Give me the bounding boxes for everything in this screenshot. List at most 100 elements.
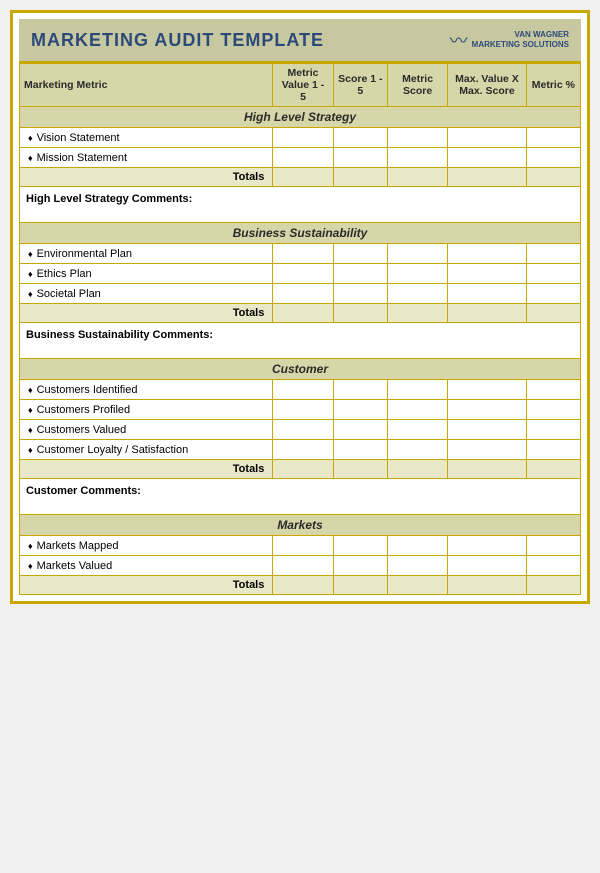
input-cell-3-1-5[interactable] <box>526 556 580 576</box>
input-cell-3-1-2[interactable] <box>333 556 387 576</box>
input-cell-2-0-3[interactable] <box>387 380 447 400</box>
input-cell-3-1-4[interactable] <box>448 556 526 576</box>
totals-cell-business-sustainability-5[interactable] <box>526 304 580 323</box>
bullet-icon: ♦ <box>28 269 33 279</box>
input-cell-2-1-4[interactable] <box>448 400 526 420</box>
input-cell-2-2-5[interactable] <box>526 420 580 440</box>
input-cell-1-0-2[interactable] <box>333 244 387 264</box>
input-cell-0-0-1[interactable] <box>273 128 333 148</box>
totals-cell-markets-1[interactable] <box>273 576 333 595</box>
input-cell-0-0-2[interactable] <box>333 128 387 148</box>
input-cell-0-1-4[interactable] <box>448 148 526 168</box>
totals-cell-customer-2[interactable] <box>333 460 387 479</box>
item-label-2-1: ♦Customers Profiled <box>20 400 273 420</box>
totals-cell-business-sustainability-3[interactable] <box>387 304 447 323</box>
input-cell-2-1-5[interactable] <box>526 400 580 420</box>
totals-cell-customer-1[interactable] <box>273 460 333 479</box>
input-cell-0-0-5[interactable] <box>526 128 580 148</box>
col-header-value: Metric Value 1 - 5 <box>273 64 333 107</box>
totals-cell-customer-5[interactable] <box>526 460 580 479</box>
table-row: ♦Mission Statement <box>20 148 581 168</box>
section-header-customer: Customer <box>20 359 581 380</box>
input-cell-1-2-4[interactable] <box>448 284 526 304</box>
input-cell-1-1-1[interactable] <box>273 264 333 284</box>
table-row: ♦Vision Statement <box>20 128 581 148</box>
input-cell-2-0-2[interactable] <box>333 380 387 400</box>
totals-cell-high-level-strategy-2[interactable] <box>333 168 387 187</box>
input-cell-2-3-4[interactable] <box>448 440 526 460</box>
input-cell-2-1-1[interactable] <box>273 400 333 420</box>
input-cell-2-3-3[interactable] <box>387 440 447 460</box>
totals-cell-business-sustainability-1[interactable] <box>273 304 333 323</box>
input-cell-0-0-3[interactable] <box>387 128 447 148</box>
input-cell-1-1-3[interactable] <box>387 264 447 284</box>
bullet-icon: ♦ <box>28 425 33 435</box>
input-cell-1-0-4[interactable] <box>448 244 526 264</box>
input-cell-1-0-1[interactable] <box>273 244 333 264</box>
input-cell-0-0-4[interactable] <box>448 128 526 148</box>
input-cell-1-2-3[interactable] <box>387 284 447 304</box>
item-label-1-0: ♦Environmental Plan <box>20 244 273 264</box>
input-cell-3-0-2[interactable] <box>333 536 387 556</box>
col-header-score: Score 1 - 5 <box>333 64 387 107</box>
totals-cell-markets-3[interactable] <box>387 576 447 595</box>
input-cell-2-1-3[interactable] <box>387 400 447 420</box>
input-cell-1-0-3[interactable] <box>387 244 447 264</box>
totals-cell-customer-4[interactable] <box>448 460 526 479</box>
input-cell-2-2-2[interactable] <box>333 420 387 440</box>
input-cell-0-1-3[interactable] <box>387 148 447 168</box>
input-cell-2-3-5[interactable] <box>526 440 580 460</box>
table-row: ♦Markets Valued <box>20 556 581 576</box>
input-cell-2-3-1[interactable] <box>273 440 333 460</box>
input-cell-3-0-5[interactable] <box>526 536 580 556</box>
input-cell-2-0-5[interactable] <box>526 380 580 400</box>
input-cell-0-1-5[interactable] <box>526 148 580 168</box>
table-row: ♦Markets Mapped <box>20 536 581 556</box>
input-cell-1-1-4[interactable] <box>448 264 526 284</box>
section-header-business-sustainability: Business Sustainability <box>20 223 581 244</box>
input-cell-2-3-2[interactable] <box>333 440 387 460</box>
input-cell-2-0-4[interactable] <box>448 380 526 400</box>
input-cell-3-0-1[interactable] <box>273 536 333 556</box>
input-cell-1-2-1[interactable] <box>273 284 333 304</box>
item-label-2-2: ♦Customers Valued <box>20 420 273 440</box>
totals-cell-customer-3[interactable] <box>387 460 447 479</box>
item-label-1-1: ♦Ethics Plan <box>20 264 273 284</box>
input-cell-2-1-2[interactable] <box>333 400 387 420</box>
input-cell-1-0-5[interactable] <box>526 244 580 264</box>
totals-cell-markets-2[interactable] <box>333 576 387 595</box>
page-wrapper: MARKETING AUDIT TEMPLATE 〰 VAN WAGNER MA… <box>10 10 590 604</box>
totals-cell-high-level-strategy-3[interactable] <box>387 168 447 187</box>
totals-cell-markets-4[interactable] <box>448 576 526 595</box>
table-row: ♦Environmental Plan <box>20 244 581 264</box>
page-title: MARKETING AUDIT TEMPLATE <box>31 30 324 51</box>
item-label-2-3: ♦Customer Loyalty / Satisfaction <box>20 440 273 460</box>
input-cell-1-1-5[interactable] <box>526 264 580 284</box>
logo-icon: 〰 <box>450 27 468 53</box>
bullet-icon: ♦ <box>28 153 33 163</box>
totals-cell-business-sustainability-4[interactable] <box>448 304 526 323</box>
logo-text: VAN WAGNER MARKETING SOLUTIONS <box>472 30 569 49</box>
bullet-icon: ♦ <box>28 249 33 259</box>
input-cell-1-2-2[interactable] <box>333 284 387 304</box>
input-cell-3-1-3[interactable] <box>387 556 447 576</box>
input-cell-2-2-1[interactable] <box>273 420 333 440</box>
input-cell-0-1-2[interactable] <box>333 148 387 168</box>
input-cell-2-0-1[interactable] <box>273 380 333 400</box>
input-cell-3-0-4[interactable] <box>448 536 526 556</box>
input-cell-2-2-3[interactable] <box>387 420 447 440</box>
input-cell-1-2-5[interactable] <box>526 284 580 304</box>
input-cell-1-1-2[interactable] <box>333 264 387 284</box>
input-cell-0-1-1[interactable] <box>273 148 333 168</box>
totals-cell-markets-5[interactable] <box>526 576 580 595</box>
input-cell-2-2-4[interactable] <box>448 420 526 440</box>
input-cell-3-1-1[interactable] <box>273 556 333 576</box>
input-cell-3-0-3[interactable] <box>387 536 447 556</box>
totals-cell-high-level-strategy-5[interactable] <box>526 168 580 187</box>
totals-cell-high-level-strategy-4[interactable] <box>448 168 526 187</box>
page-header: MARKETING AUDIT TEMPLATE 〰 VAN WAGNER MA… <box>19 19 581 63</box>
totals-cell-business-sustainability-2[interactable] <box>333 304 387 323</box>
item-label-1-2: ♦Societal Plan <box>20 284 273 304</box>
totals-label-business-sustainability: Totals <box>20 304 273 323</box>
totals-cell-high-level-strategy-1[interactable] <box>273 168 333 187</box>
